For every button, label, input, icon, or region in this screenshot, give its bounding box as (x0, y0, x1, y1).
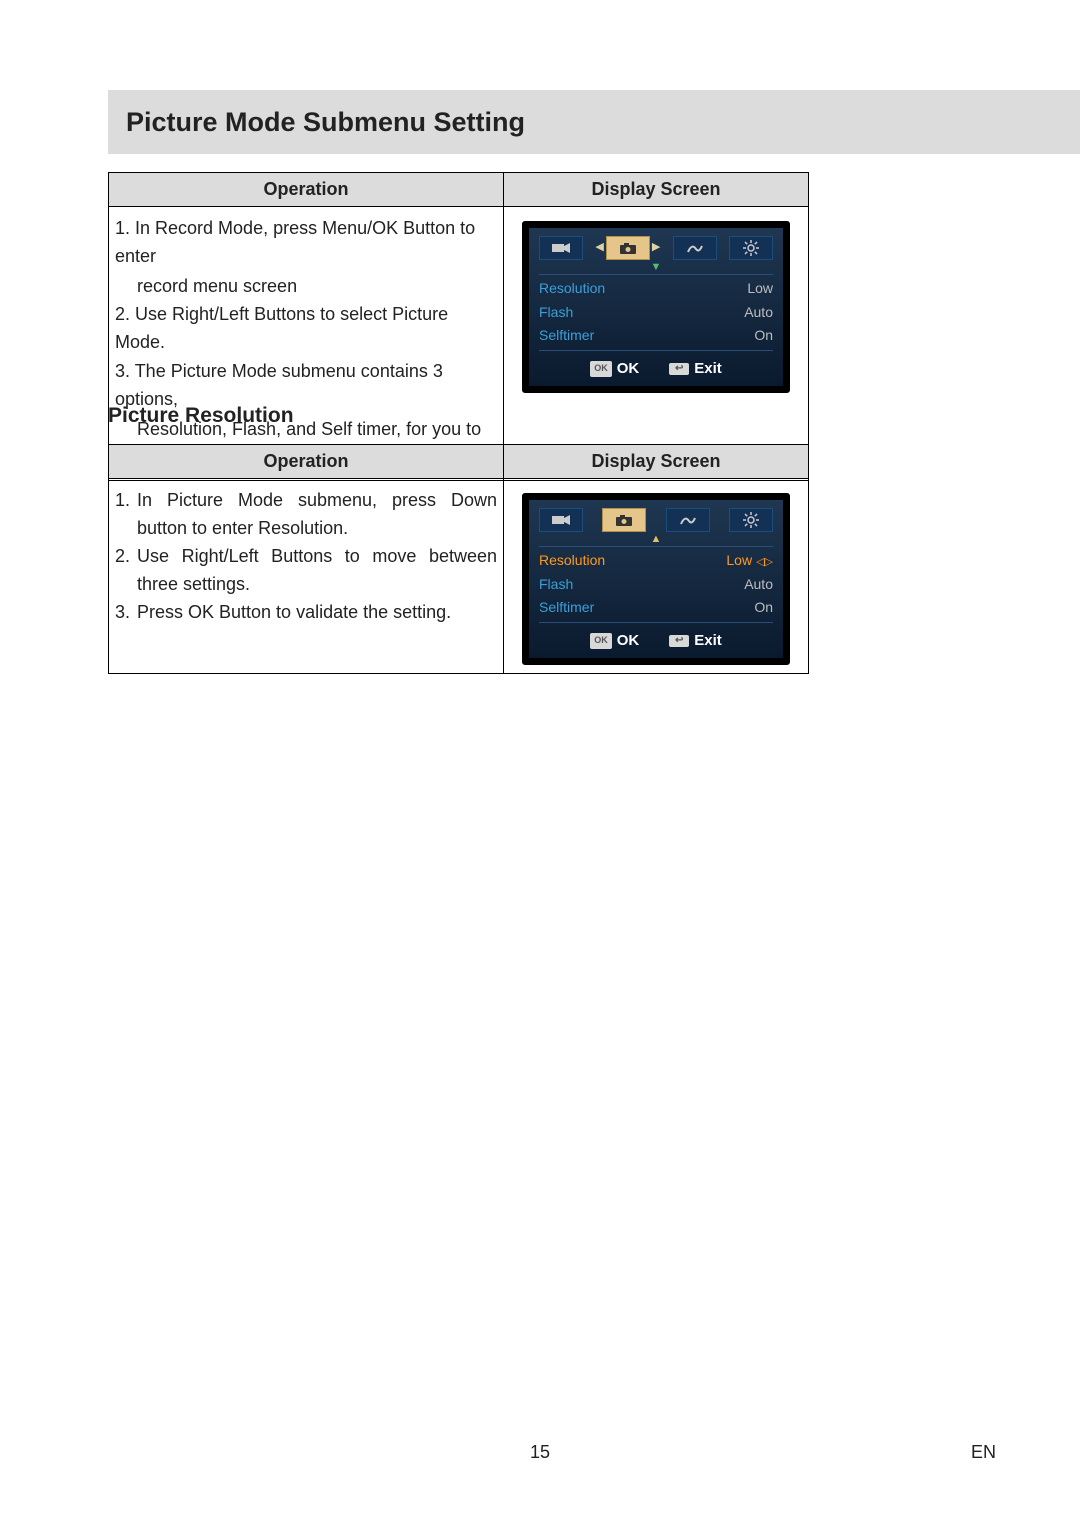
col-header-operation: Operation (109, 173, 504, 207)
camera-mode-icon (602, 508, 646, 532)
col-header-operation: Operation (109, 445, 504, 479)
operation-step: record menu screen (115, 273, 497, 301)
camcorder-screen: ▲ ResolutionLow◁▷ FlashAuto SelftimerOn … (522, 493, 790, 665)
display-screen-cell: ◀ ▶ ▼ Resolutio (504, 207, 809, 481)
video-mode-icon (539, 236, 583, 260)
submenu-list: ResolutionLow◁▷ FlashAuto SelftimerOn (539, 546, 773, 623)
return-icon: ↩ (669, 635, 689, 647)
left-right-arrows-icon: ◁▷ (756, 556, 773, 568)
operation-cell: 1.In Picture Mode submenu, press Down bu… (109, 479, 504, 674)
menu-row-flash: FlashAuto (539, 573, 773, 597)
exit-indicator: ↩Exit (669, 629, 722, 652)
down-arrow-icon: ▼ (539, 262, 773, 272)
video-mode-icon (539, 508, 583, 532)
settings-mode-icon (729, 508, 773, 532)
subsection-title: Picture Resolution (108, 404, 294, 428)
operation-step: 1. In Record Mode, press Menu/OK Button … (115, 215, 497, 271)
page-number: 15 (0, 1442, 1080, 1463)
ok-indicator: OKOK (590, 629, 639, 652)
menu-row-selftimer: SelftimerOn (539, 596, 773, 620)
manual-page: Picture Mode Submenu Setting Operation D… (0, 0, 1080, 1527)
exit-indicator: ↩Exit (669, 357, 722, 380)
step-number: 2. (115, 543, 137, 599)
submenu-list: ResolutionLow FlashAuto SelftimerOn (539, 274, 773, 351)
menu-row-flash: FlashAuto (539, 301, 773, 325)
language-code: EN (971, 1442, 996, 1463)
operation-step: In Picture Mode submenu, press Down butt… (137, 487, 497, 543)
step-number: 3. (115, 599, 137, 627)
camera-mode-icon (606, 236, 650, 260)
up-arrow-icon: ▲ (539, 534, 773, 544)
col-header-display-screen: Display Screen (504, 445, 809, 479)
operation-step: 2. Use Right/Left Buttons to select Pict… (115, 301, 497, 357)
step-number: 1. (115, 487, 137, 543)
menu-row-resolution: ResolutionLow (539, 277, 773, 301)
return-icon: ↩ (669, 363, 689, 375)
screen-footer: OKOK ↩Exit (539, 629, 773, 652)
table-picture-mode-submenu: Operation Display Screen 1. In Record Mo… (108, 172, 809, 481)
section-title-bar: Picture Mode Submenu Setting (108, 90, 1080, 154)
operation-step: Press OK Button to validate the setting. (137, 599, 497, 627)
operation-step: Use Right/Left Buttons to move between t… (137, 543, 497, 599)
ok-indicator: OKOK (590, 357, 639, 380)
right-arrow-icon: ▶ (652, 239, 660, 256)
col-header-display-screen: Display Screen (504, 173, 809, 207)
mode-tab-row (539, 508, 773, 532)
mode-tab-row: ◀ ▶ (539, 236, 773, 260)
menu-row-resolution: ResolutionLow◁▷ (539, 549, 773, 573)
effect-mode-icon (666, 508, 710, 532)
operation-cell: 1. In Record Mode, press Menu/OK Button … (109, 207, 504, 481)
screen-footer: OKOK ↩Exit (539, 357, 773, 380)
effect-mode-icon (673, 236, 717, 260)
left-arrow-icon: ◀ (595, 239, 603, 256)
display-screen-cell: ▲ ResolutionLow◁▷ FlashAuto SelftimerOn … (504, 479, 809, 674)
section-title: Picture Mode Submenu Setting (126, 107, 525, 138)
settings-mode-icon (729, 236, 773, 260)
table-picture-resolution: Operation Display Screen 1.In Picture Mo… (108, 444, 809, 674)
menu-row-selftimer: SelftimerOn (539, 324, 773, 348)
camcorder-screen: ◀ ▶ ▼ Resolutio (522, 221, 790, 393)
